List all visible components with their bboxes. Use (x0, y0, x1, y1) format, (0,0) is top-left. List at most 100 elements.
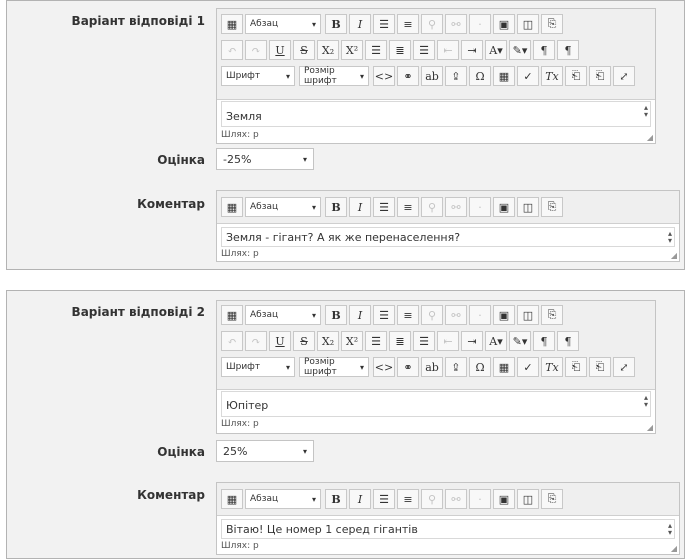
toolbar-toggle-icon[interactable]: ▦ (221, 14, 243, 34)
paste-text-button[interactable]: ⎗ (565, 66, 587, 86)
resize-grip-icon[interactable]: ◢ (647, 423, 653, 432)
grade-select-1[interactable]: -25% ▾ (216, 148, 314, 170)
subscript-button[interactable]: X₂ (317, 40, 339, 60)
paste-word-button[interactable]: ⎗ (589, 66, 611, 86)
strikethrough-button[interactable]: S (293, 331, 315, 351)
superscript-button[interactable]: X² (341, 331, 363, 351)
bold-button[interactable]: B (325, 14, 347, 34)
html-button[interactable]: <> (373, 66, 395, 86)
feedback-text-area-2[interactable]: Вітаю! Це номер 1 серед гігантів ▴ ▾ (221, 519, 675, 539)
strikethrough-button[interactable]: S (293, 40, 315, 60)
rtl-button[interactable]: ¶ (557, 40, 579, 60)
numbered-list-button[interactable]: ≡ (397, 14, 419, 34)
outdent-button[interactable]: ⇤ (437, 331, 459, 351)
clean-button[interactable]: ✓ (517, 66, 539, 86)
link-button[interactable]: ⚲ (421, 14, 443, 34)
bullet-list-button[interactable]: ☰ (373, 14, 395, 34)
resize-grip-icon[interactable]: ◢ (647, 133, 653, 142)
indent-button[interactable]: ⇥ (461, 40, 483, 60)
special-char-button[interactable]: Ω (469, 66, 491, 86)
italic-button[interactable]: I (349, 305, 371, 325)
paste-word-button[interactable]: ⎗ (589, 357, 611, 377)
fullscreen-button[interactable]: ⤢ (613, 357, 635, 377)
format-select[interactable]: Абзац ▾ (245, 14, 321, 34)
file-button[interactable]: ⎘ (541, 197, 563, 217)
special-char-button[interactable]: Ω (469, 357, 491, 377)
outdent-button[interactable]: ⇤ (437, 40, 459, 60)
toolbar-toggle-icon[interactable]: ▦ (221, 197, 243, 217)
image-button[interactable]: ▣ (493, 305, 515, 325)
upload-button[interactable]: ⇪ (445, 357, 467, 377)
align-left-button[interactable]: ☰ (365, 40, 387, 60)
align-center-button[interactable]: ≣ (389, 40, 411, 60)
file-button[interactable]: ⎘ (541, 14, 563, 34)
file-button[interactable]: ⎘ (541, 489, 563, 509)
italic-button[interactable]: I (349, 197, 371, 217)
align-left-button[interactable]: ☰ (365, 331, 387, 351)
disabled-button[interactable]: · (469, 305, 491, 325)
undo-button[interactable]: ↶ (221, 331, 243, 351)
link-button[interactable]: ⚲ (421, 489, 443, 509)
file-button[interactable]: ⎘ (541, 305, 563, 325)
numbered-list-button[interactable]: ≡ (397, 489, 419, 509)
bold-button[interactable]: B (325, 489, 347, 509)
background-color-button[interactable]: ✎▾ (509, 331, 531, 351)
image-button[interactable]: ▣ (493, 197, 515, 217)
font-select[interactable]: Шрифт ▾ (221, 66, 295, 86)
table-button[interactable]: ▦ (493, 357, 515, 377)
underline-button[interactable]: U (269, 331, 291, 351)
disabled-button[interactable]: · (469, 489, 491, 509)
image-button[interactable]: ▣ (493, 14, 515, 34)
link-button[interactable]: ⚲ (421, 305, 443, 325)
background-color-button[interactable]: ✎▾ (509, 40, 531, 60)
ltr-button[interactable]: ¶ (533, 40, 555, 60)
rtl-button[interactable]: ¶ (557, 331, 579, 351)
unlink-button[interactable]: ⚯ (445, 489, 467, 509)
subscript-button[interactable]: X₂ (317, 331, 339, 351)
unlink-button[interactable]: ⚯ (445, 197, 467, 217)
fullscreen-button[interactable]: ⤢ (613, 66, 635, 86)
redo-button[interactable]: ↷ (245, 331, 267, 351)
feedback-text-area-1[interactable]: Земля - гігант? А як же перенаселення? ▴… (221, 227, 675, 247)
ltr-button[interactable]: ¶ (533, 331, 555, 351)
numbered-list-button[interactable]: ≡ (397, 305, 419, 325)
bullet-list-button[interactable]: ☰ (373, 489, 395, 509)
paste-text-button[interactable]: ⎗ (565, 357, 587, 377)
find-button[interactable]: ⚭ (397, 66, 419, 86)
numbered-list-button[interactable]: ≡ (397, 197, 419, 217)
bold-button[interactable]: B (325, 197, 347, 217)
media-button[interactable]: ◫ (517, 14, 539, 34)
unlink-button[interactable]: ⚯ (445, 14, 467, 34)
font-size-select[interactable]: Розмір шрифт ▾ (299, 357, 369, 377)
replace-button[interactable]: ab (421, 357, 443, 377)
disabled-button[interactable]: · (469, 197, 491, 217)
italic-button[interactable]: I (349, 489, 371, 509)
media-button[interactable]: ◫ (517, 489, 539, 509)
scroll-arrows-icon[interactable]: ▴ ▾ (644, 394, 648, 409)
text-color-button[interactable]: A▾ (485, 331, 507, 351)
font-size-select[interactable]: Розмір шрифт ▾ (299, 66, 369, 86)
grade-select-2[interactable]: 25% ▾ (216, 440, 314, 462)
format-select[interactable]: Абзац ▾ (245, 197, 321, 217)
link-button[interactable]: ⚲ (421, 197, 443, 217)
html-button[interactable]: <> (373, 357, 395, 377)
undo-button[interactable]: ↶ (221, 40, 243, 60)
clear-format-button[interactable]: Tx (541, 357, 563, 377)
resize-grip-icon[interactable]: ◢ (671, 251, 677, 260)
answer-text-area-1[interactable]: Земля ▴ ▾ (221, 101, 651, 127)
unlink-button[interactable]: ⚯ (445, 305, 467, 325)
text-color-button[interactable]: A▾ (485, 40, 507, 60)
scroll-arrows-icon[interactable]: ▴ ▾ (668, 522, 672, 537)
align-center-button[interactable]: ≣ (389, 331, 411, 351)
toolbar-toggle-icon[interactable]: ▦ (221, 489, 243, 509)
italic-button[interactable]: I (349, 14, 371, 34)
font-select[interactable]: Шрифт ▾ (221, 357, 295, 377)
scroll-arrows-icon[interactable]: ▴ ▾ (668, 230, 672, 245)
align-right-button[interactable]: ☰ (413, 331, 435, 351)
redo-button[interactable]: ↷ (245, 40, 267, 60)
clear-format-button[interactable]: Tx (541, 66, 563, 86)
align-right-button[interactable]: ☰ (413, 40, 435, 60)
bullet-list-button[interactable]: ☰ (373, 197, 395, 217)
bullet-list-button[interactable]: ☰ (373, 305, 395, 325)
upload-button[interactable]: ⇪ (445, 66, 467, 86)
